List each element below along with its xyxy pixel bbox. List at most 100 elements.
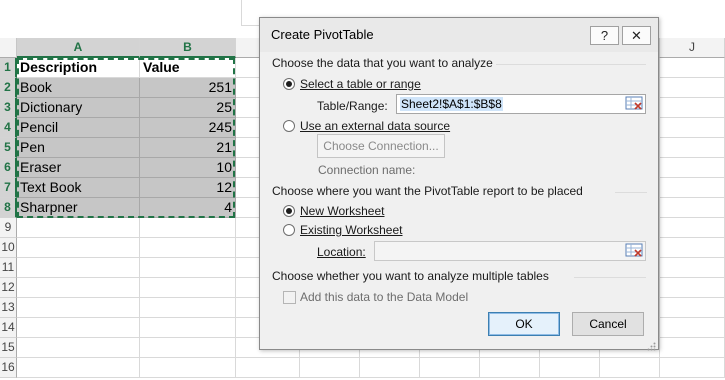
cell-empty[interactable]: [660, 318, 725, 338]
cell-empty[interactable]: [140, 238, 236, 258]
cell-value[interactable]: 245: [140, 118, 236, 138]
cell-description[interactable]: Text Book: [17, 178, 140, 198]
cell-description[interactable]: Eraser: [17, 158, 140, 178]
label-select-table-range[interactable]: Select a table or range: [300, 77, 421, 91]
cell-empty[interactable]: [660, 178, 725, 198]
row-header[interactable]: 11: [0, 258, 17, 278]
label-table-range: Table/Range:: [317, 99, 388, 113]
cell-empty[interactable]: [17, 318, 140, 338]
cell-value[interactable]: 12: [140, 178, 236, 198]
cell-empty[interactable]: [660, 138, 725, 158]
row-header[interactable]: 8: [0, 198, 17, 218]
cancel-button[interactable]: Cancel: [572, 312, 644, 336]
row-header[interactable]: 5: [0, 138, 17, 158]
row-header[interactable]: 1: [0, 58, 17, 78]
cell-empty[interactable]: [17, 218, 140, 238]
cell-empty[interactable]: [17, 238, 140, 258]
row-header[interactable]: 3: [0, 98, 17, 118]
cell-empty[interactable]: [660, 298, 725, 318]
cell-empty[interactable]: [140, 318, 236, 338]
cell-value[interactable]: 25: [140, 98, 236, 118]
radio-external-source[interactable]: [283, 120, 295, 132]
row-header[interactable]: 13: [0, 298, 17, 318]
range-picker-icon[interactable]: [625, 95, 645, 113]
cell-description[interactable]: Pencil: [17, 118, 140, 138]
dialog-titlebar[interactable]: Create PivotTable ? ✕: [260, 18, 658, 52]
help-button[interactable]: ?: [590, 26, 619, 45]
cell-empty[interactable]: [660, 198, 725, 218]
label-existing-worksheet[interactable]: Existing Worksheet: [300, 223, 403, 237]
cell-empty[interactable]: [140, 358, 236, 378]
column-header[interactable]: B: [140, 38, 236, 58]
row-header[interactable]: 12: [0, 278, 17, 298]
select-all-corner[interactable]: [0, 38, 17, 58]
cell-empty[interactable]: [420, 358, 480, 378]
cell-empty[interactable]: [660, 78, 725, 98]
cell-empty[interactable]: [17, 278, 140, 298]
cell-value[interactable]: 21: [140, 138, 236, 158]
cell-empty[interactable]: [660, 98, 725, 118]
column-header[interactable]: J: [660, 38, 725, 58]
cell-empty[interactable]: [600, 358, 660, 378]
row-header[interactable]: 15: [0, 338, 17, 358]
cell-empty[interactable]: [300, 358, 360, 378]
resize-grip-icon[interactable]: [647, 338, 656, 351]
label-external-source[interactable]: Use an external data source: [300, 119, 450, 133]
section-divider: [615, 192, 647, 193]
cell-empty[interactable]: [17, 258, 140, 278]
cell-description[interactable]: Dictionary: [17, 98, 140, 118]
table-range-input[interactable]: Sheet2!$A$1:$B$8: [396, 94, 646, 114]
close-button[interactable]: ✕: [622, 26, 651, 45]
cell-value[interactable]: 4: [140, 198, 236, 218]
row-header[interactable]: 6: [0, 158, 17, 178]
opt-table-range-text: Select a table or range: [300, 77, 421, 91]
cell-empty[interactable]: [540, 358, 600, 378]
data-model-checkbox[interactable]: [283, 291, 296, 304]
cell-header-description[interactable]: Description: [17, 58, 140, 78]
cell-empty[interactable]: [17, 338, 140, 358]
cell-empty[interactable]: [236, 358, 300, 378]
cell-empty[interactable]: [140, 258, 236, 278]
choose-connection-button[interactable]: Choose Connection...: [317, 134, 445, 158]
radio-new-worksheet[interactable]: [283, 205, 295, 217]
cell-description[interactable]: Pen: [17, 138, 140, 158]
cell-empty[interactable]: [17, 298, 140, 318]
cell-empty[interactable]: [660, 238, 725, 258]
row-header[interactable]: 9: [0, 218, 17, 238]
radio-existing-worksheet[interactable]: [283, 224, 295, 236]
row-header[interactable]: 4: [0, 118, 17, 138]
cell-empty[interactable]: [660, 278, 725, 298]
cell-empty[interactable]: [140, 338, 236, 358]
cell-empty[interactable]: [660, 158, 725, 178]
location-picker-icon[interactable]: [625, 242, 645, 260]
cell-empty[interactable]: [660, 338, 725, 358]
cell-empty[interactable]: [660, 58, 725, 78]
row-header[interactable]: 10: [0, 238, 17, 258]
row-header[interactable]: 2: [0, 78, 17, 98]
row-header[interactable]: 16: [0, 358, 17, 378]
cell-empty[interactable]: [660, 358, 725, 378]
cell-empty[interactable]: [660, 218, 725, 238]
cell-empty[interactable]: [660, 118, 725, 138]
cell-description[interactable]: Book: [17, 78, 140, 98]
cell-empty[interactable]: [140, 278, 236, 298]
opt-new-ws-text: New Worksheet: [300, 204, 385, 218]
ok-button[interactable]: OK: [488, 312, 560, 336]
location-input[interactable]: [374, 241, 646, 261]
cell-empty[interactable]: [480, 358, 540, 378]
row-header[interactable]: 7: [0, 178, 17, 198]
cell-header-value[interactable]: Value: [140, 58, 236, 78]
table-range-value: Sheet2!$A$1:$B$8: [400, 97, 503, 111]
cell-empty[interactable]: [140, 218, 236, 238]
label-new-worksheet[interactable]: New Worksheet: [300, 204, 384, 218]
cell-empty[interactable]: [17, 358, 140, 378]
cell-empty[interactable]: [140, 298, 236, 318]
column-header[interactable]: A: [17, 38, 140, 58]
cell-empty[interactable]: [360, 358, 420, 378]
cell-value[interactable]: 251: [140, 78, 236, 98]
row-header[interactable]: 14: [0, 318, 17, 338]
cell-value[interactable]: 10: [140, 158, 236, 178]
cell-empty[interactable]: [660, 258, 725, 278]
radio-select-table-range[interactable]: [283, 78, 295, 90]
cell-description[interactable]: Sharpner: [17, 198, 140, 218]
